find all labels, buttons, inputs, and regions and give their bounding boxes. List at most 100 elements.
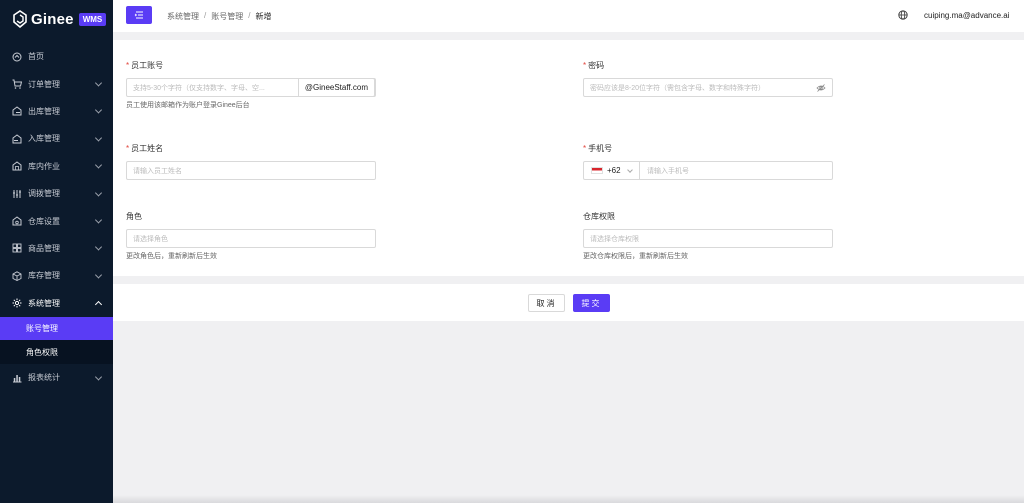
account-label: * 员工账号 <box>126 61 164 70</box>
sidebar-item-inventory[interactable]: 库存管理 <box>0 262 113 289</box>
logo[interactable]: Ginee WMS <box>12 8 107 30</box>
top-header: 系统管理 / 账号管理 / 新增 cuiping.ma@advance.ai <box>113 0 1024 32</box>
sidebar-subitem-label: 角色权限 <box>26 347 58 357</box>
sidebar-item-products[interactable]: 商品管理 <box>0 235 113 262</box>
logo-badge: WMS <box>78 12 107 26</box>
sidebar-item-warehouse-settings[interactable]: 仓库设置 <box>0 207 113 234</box>
email-domain-suffix: @GineeStaff.com <box>297 78 375 97</box>
role-select[interactable]: 请选择角色 <box>126 229 376 248</box>
password-field: * 密码 密码应该是8-20位字符（需包含字母、数字和特殊字符） <box>583 60 833 97</box>
sidebar-subitem-roles[interactable]: 角色权限 <box>0 340 113 364</box>
sidebar-item-label: 调拨管理 <box>28 189 60 199</box>
phone-placeholder: 请输入手机号 <box>647 167 689 175</box>
role-label: 角色 <box>126 212 142 221</box>
submit-button[interactable]: 提交 <box>573 294 610 312</box>
sidebar-item-inbound[interactable]: 入库管理 <box>0 125 113 152</box>
breadcrumb-separator: / <box>204 11 207 20</box>
user-email[interactable]: cuiping.ma@advance.ai <box>924 11 1010 20</box>
home-icon <box>11 51 22 62</box>
warehouse-permission-select[interactable]: 请选择仓库权限 <box>583 229 833 248</box>
warehouse-op-icon <box>11 161 22 172</box>
chevron-down-icon <box>94 189 103 197</box>
product-icon <box>11 243 22 254</box>
chevron-down-icon <box>627 167 633 173</box>
chevron-down-icon <box>94 216 103 224</box>
role-placeholder: 请选择角色 <box>133 235 168 243</box>
globe-icon[interactable] <box>898 10 908 20</box>
country-code-select[interactable]: +62 <box>583 161 640 180</box>
required-mark: * <box>126 61 130 70</box>
required-mark: * <box>583 61 587 70</box>
name-placeholder: 请输入员工姓名 <box>133 167 182 175</box>
chevron-down-icon <box>94 373 103 381</box>
phone-label: * 手机号 <box>583 144 613 153</box>
account-placeholder: 支持5-30个字符（仅支持数字、字母、空... <box>133 84 265 92</box>
role-hint: 更改角色后，重新刷新后生效 <box>126 253 217 260</box>
report-icon <box>11 372 22 383</box>
warehouse-permission-field: 仓库权限 请选择仓库权限 更改仓库权限后，重新刷新后生效 <box>583 211 833 261</box>
gear-icon <box>11 298 22 309</box>
chevron-down-icon <box>94 134 103 142</box>
transfer-icon <box>11 188 22 199</box>
phone-field: * 手机号 +62 请输入手机号 <box>583 143 833 180</box>
sidebar-item-label: 报表统计 <box>28 373 60 383</box>
sidebar-subitem-accounts[interactable]: 账号管理 <box>0 316 113 341</box>
cart-icon <box>11 79 22 90</box>
logo-text: Ginee <box>31 10 74 28</box>
sidebar-item-home[interactable]: 首页 <box>0 43 113 70</box>
cancel-button[interactable]: 取消 <box>528 294 565 312</box>
ginee-logo-icon <box>13 10 27 28</box>
sidebar-item-label: 出库管理 <box>28 106 60 116</box>
name-label: * 员工姓名 <box>126 144 164 153</box>
menu-fold-icon <box>134 11 143 19</box>
sidebar-item-orders[interactable]: 订单管理 <box>0 70 113 97</box>
phone-input[interactable]: 请输入手机号 <box>640 161 833 180</box>
outbound-icon <box>11 106 22 117</box>
role-field: 角色 请选择角色 更改角色后，重新刷新后生效 <box>126 211 376 261</box>
sidebar-item-transfer[interactable]: 调拨管理 <box>0 180 113 207</box>
account-field: * 员工账号 支持5-30个字符（仅支持数字、字母、空... @GineeStaf… <box>126 60 376 110</box>
page-bottom-edge <box>113 495 1024 503</box>
system-submenu: 账号管理 角色权限 <box>0 316 113 364</box>
sidebar-item-label: 库内作业 <box>28 161 60 171</box>
breadcrumb-item[interactable]: 系统管理 <box>167 11 199 22</box>
country-code-value: +62 <box>607 166 621 175</box>
warehouse-permission-label: 仓库权限 <box>583 212 615 221</box>
chevron-down-icon <box>94 243 103 251</box>
password-input[interactable]: 密码应该是8-20位字符（需包含字母、数字和特殊字符） <box>583 78 833 97</box>
breadcrumb: 系统管理 / 账号管理 / 新增 <box>167 11 271 22</box>
sidebar-item-outbound[interactable]: 出库管理 <box>0 98 113 125</box>
chevron-down-icon <box>94 161 103 169</box>
sidebar-item-label: 订单管理 <box>28 79 60 89</box>
sidebar-item-label: 商品管理 <box>28 243 60 253</box>
account-form: * 员工账号 支持5-30个字符（仅支持数字、字母、空... @GineeStaf… <box>113 40 1024 276</box>
sidebar-item-label: 库存管理 <box>28 271 60 281</box>
form-actions: 取消 提交 <box>113 284 1024 321</box>
breadcrumb-item[interactable]: 账号管理 <box>211 11 243 22</box>
eye-hidden-icon[interactable] <box>816 83 826 93</box>
chevron-down-icon <box>94 106 103 115</box>
account-hint: 员工使用该邮箱作为账户登录Ginee后台 <box>126 102 250 109</box>
menu-toggle-button[interactable] <box>126 6 152 24</box>
name-input[interactable]: 请输入员工姓名 <box>126 161 376 180</box>
sidebar: Ginee WMS 首页 订单管理 出库管理 入库管理 库内作业 调拨管理 仓库… <box>0 0 113 503</box>
warehouse-settings-icon <box>11 216 22 227</box>
warehouse-permission-placeholder: 请选择仓库权限 <box>590 235 639 243</box>
sidebar-item-label: 入库管理 <box>28 134 60 144</box>
sidebar-item-warehouse-ops[interactable]: 库内作业 <box>0 153 113 180</box>
indonesia-flag-icon <box>591 167 603 174</box>
phone-group: +62 请输入手机号 <box>583 161 833 180</box>
breadcrumb-separator: / <box>248 11 251 20</box>
sidebar-subitem-label: 账号管理 <box>26 324 58 334</box>
sidebar-item-reports[interactable]: 报表统计 <box>0 364 113 391</box>
account-input[interactable]: 支持5-30个字符（仅支持数字、字母、空... @GineeStaff.com <box>126 78 376 97</box>
chevron-up-icon <box>94 301 103 309</box>
name-field: * 员工姓名 请输入员工姓名 <box>126 143 376 180</box>
sidebar-item-label: 仓库设置 <box>28 216 60 226</box>
sidebar-item-system[interactable]: 系统管理 <box>0 290 113 317</box>
password-placeholder: 密码应该是8-20位字符（需包含字母、数字和特殊字符） <box>590 84 766 92</box>
warehouse-permission-hint: 更改仓库权限后，重新刷新后生效 <box>583 253 688 260</box>
inbound-icon <box>11 133 22 144</box>
required-mark: * <box>583 144 587 153</box>
password-label: * 密码 <box>583 61 605 70</box>
